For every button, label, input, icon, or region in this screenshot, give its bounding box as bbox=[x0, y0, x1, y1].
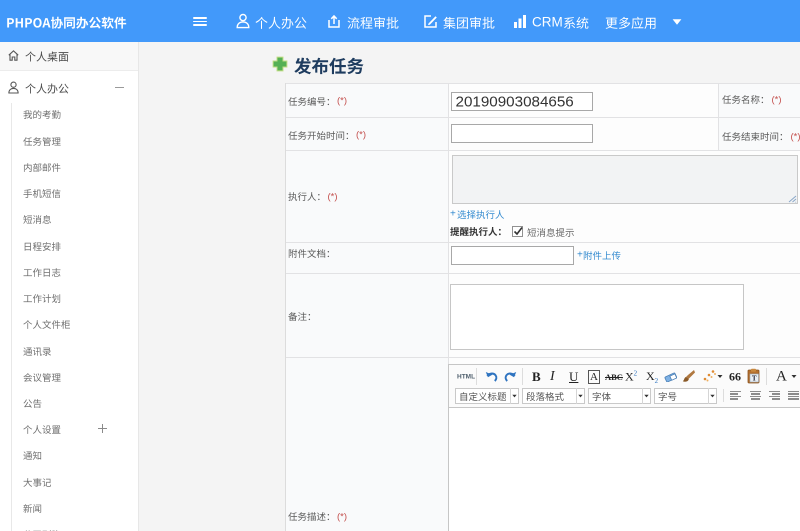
svg-text:T: T bbox=[752, 375, 757, 383]
